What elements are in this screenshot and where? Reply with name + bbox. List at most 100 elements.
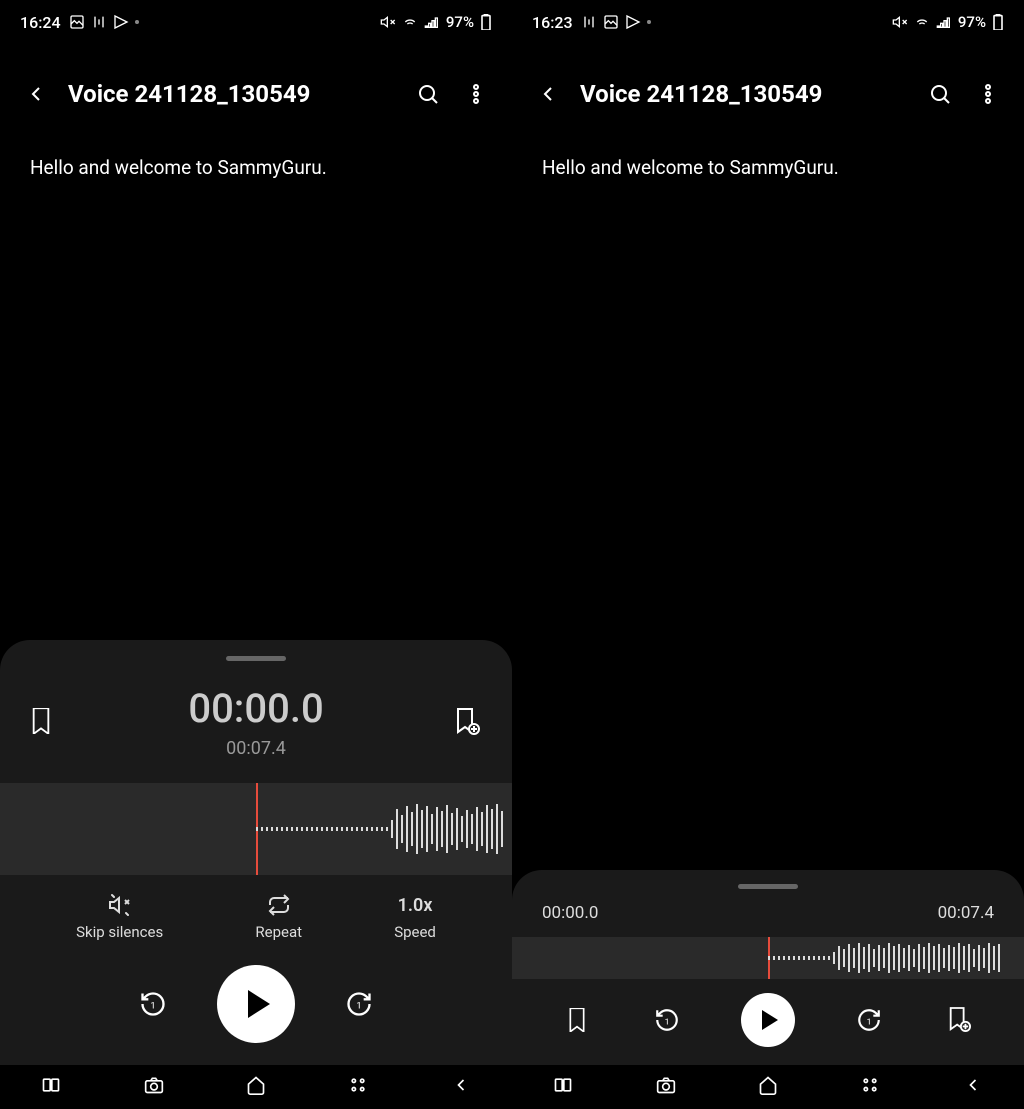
chevron-left-icon	[536, 82, 560, 106]
back-button[interactable]	[20, 78, 52, 110]
signal-icon	[424, 14, 440, 30]
repeat-button[interactable]: Repeat	[255, 893, 302, 941]
transcript-text[interactable]: Hello and welcome to SammyGuru.	[512, 144, 1024, 870]
search-icon	[928, 82, 952, 106]
nav-apps-button[interactable]	[860, 1075, 880, 1099]
forward-icon: 1	[345, 990, 373, 1018]
play-button[interactable]	[217, 965, 295, 1043]
skip-silences-icon	[108, 893, 132, 917]
nav-home-button[interactable]	[758, 1075, 778, 1099]
camera-icon	[144, 1075, 164, 1095]
speed-button[interactable]: 1.0x Speed	[394, 893, 436, 941]
status-left: 16:23	[532, 13, 651, 32]
nav-recents-button[interactable]	[41, 1075, 61, 1099]
nav-camera-button[interactable]	[656, 1075, 676, 1099]
nav-back-button[interactable]	[451, 1075, 471, 1099]
bookmark-list-button[interactable]	[30, 708, 58, 736]
system-nav-bar	[0, 1065, 512, 1109]
battery-icon	[992, 14, 1004, 30]
recording-title: Voice 241128_130549	[580, 80, 908, 108]
drag-handle[interactable]	[738, 884, 798, 889]
chevron-left-small-icon	[451, 1075, 471, 1095]
svg-text:1: 1	[665, 1017, 670, 1027]
more-button[interactable]	[460, 78, 492, 110]
status-bar: 16:24 97%	[0, 0, 512, 44]
time-row: 00:00.0 00:07.4	[512, 903, 1024, 937]
player-panel-compact: 00:00.0 00:07.4 1 1	[512, 870, 1024, 1065]
nav-apps-button[interactable]	[348, 1075, 368, 1099]
battery-percent: 97%	[958, 13, 986, 31]
equalizer-icon	[581, 14, 597, 30]
more-vertical-icon	[976, 82, 1000, 106]
nav-back-button[interactable]	[963, 1075, 983, 1099]
equalizer-icon	[91, 14, 107, 30]
search-button[interactable]	[924, 78, 956, 110]
rewind-button[interactable]: 1	[137, 988, 169, 1020]
bookmark-list-button[interactable]	[561, 1004, 593, 1036]
bookmark-icon	[567, 1008, 587, 1032]
apps-icon	[860, 1075, 880, 1095]
repeat-label: Repeat	[255, 923, 302, 941]
rewind-button[interactable]: 1	[651, 1004, 683, 1036]
chevron-left-icon	[24, 82, 48, 106]
forward-icon: 1	[856, 1007, 882, 1033]
status-time: 16:24	[20, 13, 61, 32]
play-button[interactable]	[741, 993, 795, 1047]
rewind-icon: 1	[654, 1007, 680, 1033]
skip-silences-button[interactable]: Skip silences	[76, 893, 163, 941]
phone-screen-right: 16:23 97% Voice 241128_130549 Hel	[512, 0, 1024, 1109]
back-button[interactable]	[532, 78, 564, 110]
nav-camera-button[interactable]	[144, 1075, 164, 1099]
bookmark-icon	[30, 708, 52, 734]
drag-handle[interactable]	[226, 656, 286, 661]
signal-icon	[936, 14, 952, 30]
phone-screen-left: 16:24 97% Voice 241128_130549 Hel	[0, 0, 512, 1109]
rewind-icon: 1	[139, 990, 167, 1018]
play-store-icon	[625, 14, 641, 30]
waveform-bars	[768, 937, 1000, 979]
wifi-icon	[402, 14, 418, 30]
add-bookmark-button[interactable]	[943, 1004, 975, 1036]
status-right: 97%	[380, 13, 492, 31]
nav-home-button[interactable]	[246, 1075, 266, 1099]
chevron-left-small-icon	[963, 1075, 983, 1095]
wifi-icon	[914, 14, 930, 30]
skip-silences-label: Skip silences	[76, 923, 163, 941]
forward-button[interactable]: 1	[853, 1004, 885, 1036]
bookmark-add-icon	[947, 1007, 971, 1033]
status-left: 16:24	[20, 13, 139, 32]
time-display: 00:00.0 00:07.4	[188, 685, 323, 759]
status-left-icons	[69, 14, 139, 30]
dot-icon	[647, 20, 651, 24]
recording-title: Voice 241128_130549	[68, 80, 396, 108]
battery-percent: 97%	[446, 13, 474, 31]
gallery-icon	[69, 14, 85, 30]
current-time: 00:00.0	[188, 685, 323, 732]
recents-icon	[41, 1075, 61, 1095]
status-time: 16:23	[532, 13, 573, 32]
svg-text:1: 1	[867, 1017, 872, 1027]
bookmark-add-icon	[454, 708, 480, 736]
more-button[interactable]	[972, 78, 1004, 110]
battery-icon	[480, 14, 492, 30]
svg-text:1: 1	[150, 1001, 155, 1012]
camera-icon	[656, 1075, 676, 1095]
compact-controls-row: 1 1	[512, 979, 1024, 1065]
nav-recents-button[interactable]	[553, 1075, 573, 1099]
waveform-scrubber[interactable]	[512, 937, 1024, 979]
waveform-bars	[256, 783, 503, 875]
forward-button[interactable]: 1	[343, 988, 375, 1020]
play-store-icon	[113, 14, 129, 30]
play-icon	[248, 990, 270, 1018]
player-options-row: Skip silences Repeat 1.0x Speed	[0, 875, 512, 947]
search-button[interactable]	[412, 78, 444, 110]
waveform-scrubber[interactable]	[0, 783, 512, 875]
apps-icon	[348, 1075, 368, 1095]
dot-icon	[135, 20, 139, 24]
transcript-text[interactable]: Hello and welcome to SammyGuru.	[0, 144, 512, 640]
current-time: 00:00.0	[542, 903, 598, 923]
player-panel-expanded: 00:00.0 00:07.4 Skip silences	[0, 640, 512, 1065]
speed-label: Speed	[394, 923, 436, 941]
transport-controls: 1 1	[0, 947, 512, 1065]
add-bookmark-button[interactable]	[454, 708, 482, 736]
